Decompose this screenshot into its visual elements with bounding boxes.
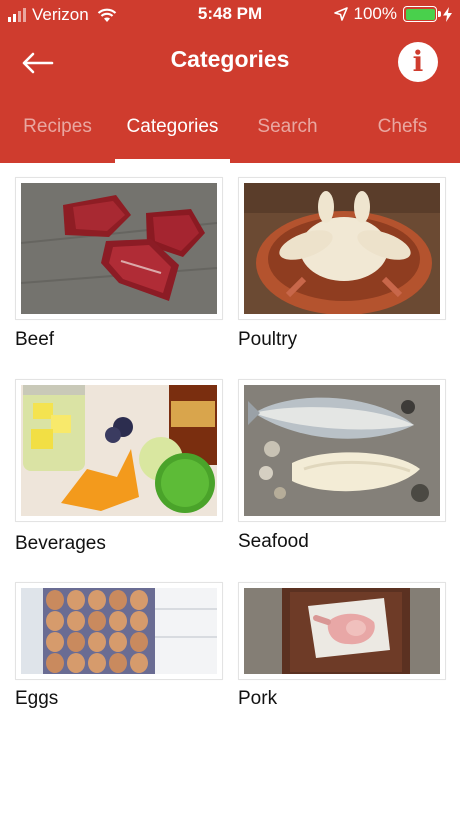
status-bar: Verizon 5:48 PM 100%: [0, 0, 460, 30]
egg: [109, 632, 127, 652]
battery-icon: [403, 6, 441, 22]
category-image-frame: [15, 379, 223, 522]
battery-fill: [405, 8, 435, 20]
egg: [46, 590, 64, 610]
battery-percent: 100%: [353, 4, 397, 23]
category-label: Beverages: [15, 533, 106, 554]
category-image-frame: [238, 379, 446, 522]
egg: [88, 611, 106, 631]
page-title: Categories: [170, 46, 290, 72]
egg: [130, 632, 148, 652]
beverages-image: [21, 385, 217, 516]
category-label: Seafood: [238, 531, 309, 552]
category-label: Poultry: [238, 329, 298, 350]
info-button[interactable]: i: [398, 42, 438, 82]
category-label: Pork: [238, 688, 278, 709]
status-right: 100%: [333, 4, 452, 24]
info-icon: i: [412, 45, 424, 78]
category-image-frame: [238, 582, 446, 680]
egg: [67, 632, 85, 652]
pork-image: [244, 588, 440, 674]
egg: [67, 611, 85, 631]
egg: [46, 632, 64, 652]
category-image-frame: [238, 177, 446, 320]
egg: [109, 653, 127, 673]
category-label: Beef: [15, 329, 55, 350]
poultry-image: [244, 183, 440, 314]
egg: [88, 590, 106, 610]
category-label: Eggs: [15, 688, 59, 709]
top-bar: Verizon 5:48 PM 100% Categories i Recipe…: [0, 0, 460, 163]
tab-recipes[interactable]: Recipes: [0, 100, 115, 163]
egg: [88, 632, 106, 652]
egg: [109, 611, 127, 631]
beef-image: [21, 183, 217, 314]
eggs-image: [21, 588, 217, 674]
charging-bolt-icon: [443, 6, 452, 22]
category-image-frame: [15, 582, 223, 680]
egg: [130, 653, 148, 673]
egg: [130, 590, 148, 610]
category-image-frame: [15, 177, 223, 320]
location-arrow-icon: [333, 7, 348, 21]
egg: [109, 590, 127, 610]
egg: [46, 611, 64, 631]
tab-bar: Recipes Categories Search Chefs: [0, 100, 460, 163]
egg: [67, 653, 85, 673]
tab-categories[interactable]: Categories: [115, 100, 230, 163]
egg: [67, 590, 85, 610]
egg: [88, 653, 106, 673]
seafood-image: [244, 385, 440, 516]
tab-chefs[interactable]: Chefs: [345, 100, 460, 163]
egg: [130, 611, 148, 631]
egg: [46, 653, 64, 673]
tab-search[interactable]: Search: [230, 100, 345, 163]
